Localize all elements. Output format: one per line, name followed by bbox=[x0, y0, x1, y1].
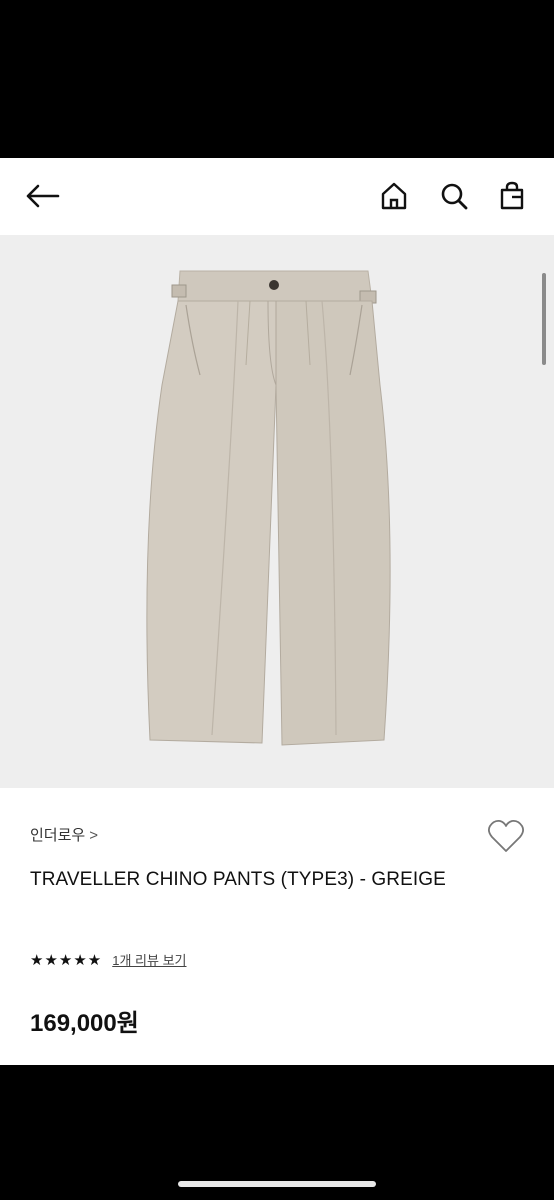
search-icon bbox=[441, 183, 468, 210]
brand-link[interactable]: 인더로우 > bbox=[30, 824, 98, 845]
arrow-left-icon bbox=[26, 184, 60, 208]
home-button[interactable] bbox=[374, 176, 414, 216]
top-navigation-bar bbox=[0, 158, 554, 235]
rating-row: ★★★★★ 1개 리뷰 보기 bbox=[30, 950, 187, 969]
shopping-bag-icon bbox=[500, 181, 524, 210]
product-title: TRAVELLER CHINO PANTS (TYPE3) - GREIGE bbox=[30, 869, 446, 890]
review-link[interactable]: 1개 리뷰 보기 bbox=[112, 950, 186, 969]
image-scrollbar[interactable] bbox=[542, 273, 546, 365]
brand-name: 인더로우 bbox=[30, 827, 86, 844]
home-icon bbox=[381, 182, 407, 210]
bottom-area bbox=[0, 1065, 554, 1200]
product-price: 169,000원 bbox=[30, 1010, 139, 1037]
wishlist-button[interactable] bbox=[486, 818, 526, 854]
shopping-bag-button[interactable] bbox=[492, 176, 532, 216]
search-button[interactable] bbox=[434, 176, 474, 216]
chevron-right-icon: > bbox=[89, 827, 98, 844]
star-rating: ★★★★★ bbox=[30, 951, 103, 969]
product-info-panel: 인더로우 > TRAVELLER CHINO PANTS (TYPE3) - GR… bbox=[0, 788, 554, 1065]
heart-outline-icon bbox=[487, 819, 525, 852]
home-indicator[interactable] bbox=[178, 1181, 376, 1187]
back-button[interactable] bbox=[22, 176, 62, 216]
status-bar-area bbox=[0, 0, 554, 158]
product-image[interactable] bbox=[0, 235, 554, 788]
product-image-pants bbox=[146, 270, 391, 746]
